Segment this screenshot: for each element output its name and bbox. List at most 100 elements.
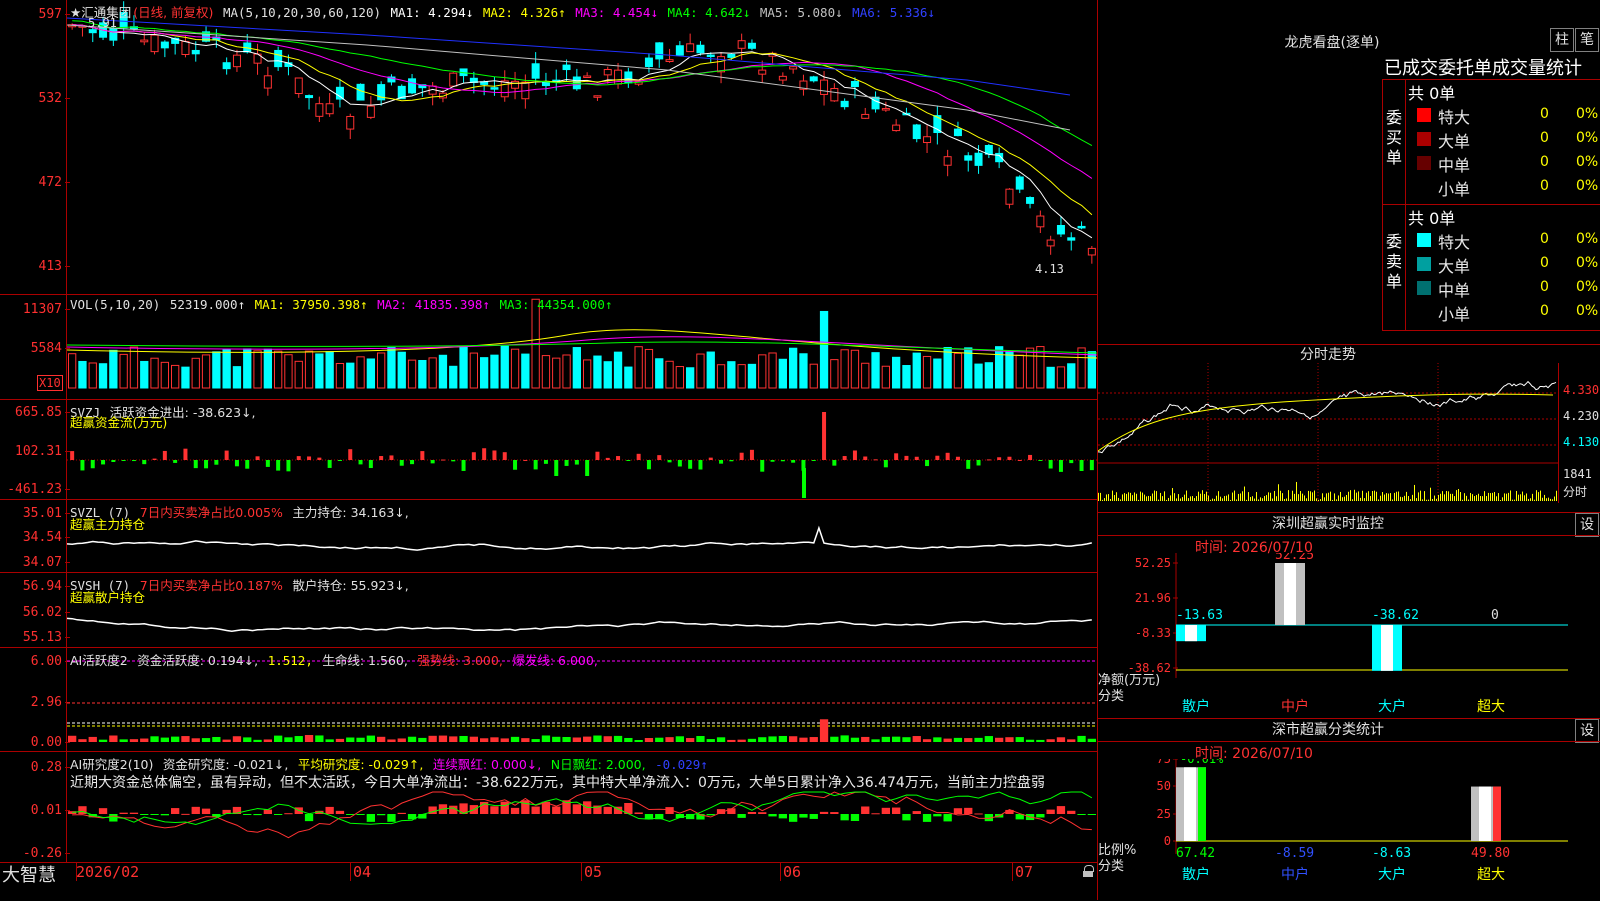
intraday-vol-bar <box>1380 495 1381 501</box>
intraday-vol-bar <box>1542 497 1543 501</box>
intraday-vol-bar <box>1226 495 1227 501</box>
monitor-panel[interactable]: 深圳超赢实时监控 设 时间: 2026/07/10 52.25 21.96 -8.3… <box>1098 512 1600 719</box>
volume-bar <box>160 361 169 389</box>
flow-bar <box>1038 460 1043 461</box>
monitor-value: 0 <box>1491 608 1499 623</box>
flow-bar <box>925 460 930 467</box>
intraday-vol-bar <box>1130 492 1131 501</box>
monitor-title: 深圳超赢实时监控 <box>1272 516 1384 532</box>
volume-bar <box>830 359 839 389</box>
svzj-y-axis: 665.85 102.31 -461.23 <box>0 400 70 499</box>
volume-bar <box>212 351 221 389</box>
intraday-vol-bar <box>1438 494 1439 501</box>
intraday-vol-bar <box>1480 495 1481 501</box>
price-chart[interactable] <box>67 0 1097 294</box>
intraday-vol-bar <box>1502 497 1503 501</box>
tick-mode-button[interactable]: 笔 <box>1575 28 1599 52</box>
flow-bar <box>307 456 312 460</box>
svzl-ytick: 35.01 <box>22 506 71 521</box>
monitor-chart[interactable]: 52.2521.96-8.33-38.62-13.6352.25-38.62 0散… <box>1098 553 1600 719</box>
volume-bar <box>356 356 365 389</box>
candle <box>294 77 303 95</box>
activity-bar <box>438 735 448 742</box>
intraday-vol-bar <box>1312 492 1313 501</box>
research-bar <box>871 813 880 815</box>
intraday-vol-bar <box>1176 498 1177 501</box>
activity-bar <box>201 738 211 742</box>
intraday-vol-bar <box>1174 493 1175 501</box>
volume-bar <box>1046 366 1055 389</box>
candle <box>274 49 283 68</box>
flow-bar <box>461 460 466 471</box>
intraday-vol-bar <box>1138 499 1139 501</box>
intraday-vol-bar <box>1526 493 1527 501</box>
intraday-chart[interactable] <box>1098 363 1558 503</box>
flow-bar <box>399 460 404 466</box>
intraday-vol-bar <box>1490 493 1491 501</box>
intraday-vol-bar <box>1528 498 1529 501</box>
intraday-vol-bar <box>1140 491 1141 501</box>
svzl-ytick: 34.54 <box>22 530 71 545</box>
flow-bar <box>471 452 476 460</box>
volume-bar <box>68 353 77 389</box>
candle <box>305 95 314 99</box>
dragon-tabs[interactable]: 已成交委托单成交量统计 <box>1384 54 1582 80</box>
intraday-vol-bar <box>1458 489 1459 501</box>
intraday-panel[interactable]: 分时走势 4.330 4.230 4.130 1841 分时 <box>1098 344 1600 511</box>
sell-row-name: 小单 <box>1438 305 1471 324</box>
classify-settings-button[interactable]: 设 <box>1575 719 1599 743</box>
intraday-vol-bar <box>1280 490 1281 501</box>
intraday-vol-bar <box>1358 491 1359 501</box>
ai2-header: AI研究度2(10) 资金研究度: -0.021↓, 平均研究度: -0.029… <box>70 754 710 773</box>
svzl-panel[interactable]: 35.01 34.54 34.07 SVZL (7) 7日内买卖净占比0.005… <box>0 500 1097 573</box>
intraday-vol-bar <box>1448 491 1449 501</box>
date-label: 04 <box>353 863 372 881</box>
candle <box>490 87 499 90</box>
intraday-vol-bar <box>1234 490 1235 501</box>
activity-bar <box>366 735 375 742</box>
intraday-vol-bar <box>1102 499 1103 501</box>
research-bar <box>953 808 963 814</box>
intraday-vol-bar <box>1546 498 1547 501</box>
monitor-bar-shine <box>1381 625 1393 671</box>
svzj-panel[interactable]: 665.85 102.31 -461.23 SVZJ 活跃资金进出: -38.6… <box>0 400 1097 500</box>
svsh-line2: 超赢散户持仓 <box>70 590 146 605</box>
activity-bar <box>747 738 757 742</box>
bar-mode-button[interactable]: 柱 <box>1550 28 1574 52</box>
sell-row-l: 大单 0 0% <box>1406 252 1600 276</box>
candle <box>644 57 653 68</box>
volume-bar <box>624 366 633 389</box>
intraday-vol-bar <box>1364 498 1365 501</box>
research-bar <box>140 814 149 815</box>
intraday-vol-bar <box>1260 497 1261 501</box>
intraday-vol-bar <box>1178 494 1179 501</box>
flow-bar <box>1028 454 1033 460</box>
volume-bar <box>335 362 345 389</box>
volume-bar <box>861 362 870 389</box>
flow-bar <box>966 460 971 469</box>
volume-bar <box>727 361 736 389</box>
ai-research-panel[interactable]: 0.28 0.01 -0.26 AI研究度2(10) 资金研究度: -0.021… <box>0 752 1097 862</box>
price-panel[interactable]: 597 532 472 413 ★汇通集团 (日线, 前复权) MA(5,10,2… <box>0 0 1097 295</box>
volume-panel[interactable]: 11307 5584 X10 VOL(5,10,20) 52319.000↑ M… <box>0 295 1097 400</box>
flow-bar <box>626 460 631 461</box>
flow-bar <box>204 460 209 469</box>
activity-bar <box>933 737 942 742</box>
monitor-settings-button[interactable]: 设 <box>1575 513 1599 537</box>
research-bar <box>397 812 406 814</box>
activity-bar <box>500 738 509 742</box>
classify-chart[interactable]: 75 50 25 0 -0.01% 67.42 -8.59 -8.63 49.80 散户 中户 大户 超… <box>1098 759 1600 901</box>
intraday-vol-bar <box>1170 495 1171 501</box>
intraday-vol-bar <box>1420 490 1421 501</box>
intraday-vol-bar <box>1428 499 1429 501</box>
ai-activity-panel[interactable]: 6.00 2.96 0.00 AI活跃度2 资金活跃度: 0.194↓, 1.5… <box>0 648 1097 752</box>
intraday-vol-bar <box>1340 491 1341 501</box>
svsh-panel[interactable]: 56.94 56.02 55.13 SVSH (7) 7日内买卖净占比0.187… <box>0 573 1097 648</box>
intraday-vol-bar <box>1158 499 1159 501</box>
sell-row-count: 0 <box>1540 231 1549 247</box>
buy-row-name: 小单 <box>1438 180 1471 199</box>
intraday-vol-bar <box>1266 495 1267 501</box>
intraday-vol-bar <box>1222 498 1223 501</box>
candle <box>109 28 118 41</box>
classify-panel[interactable]: 深市超赢分类统计 设 时间: 2026/07/10 75 50 25 0 -0.01% 6… <box>1098 718 1600 901</box>
